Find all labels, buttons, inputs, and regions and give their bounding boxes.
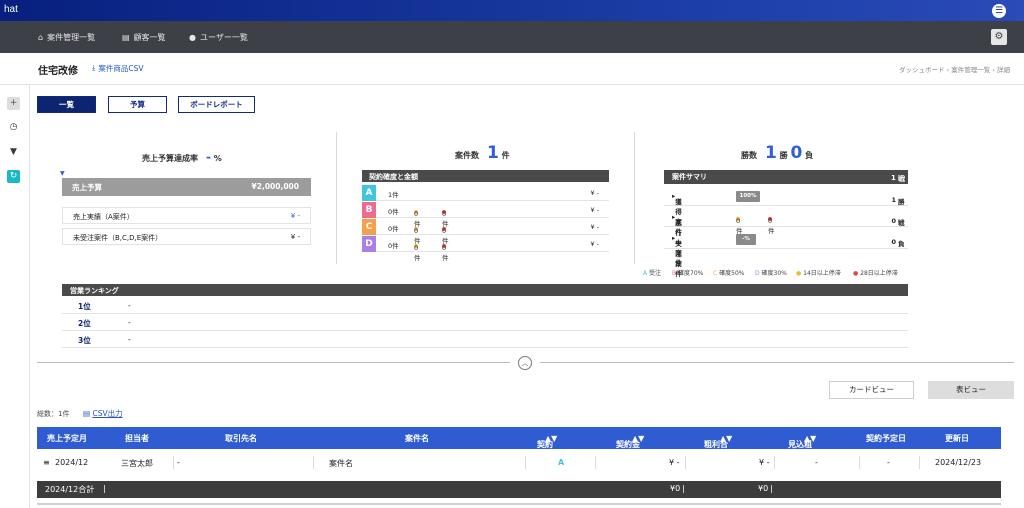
section-divider [336, 132, 337, 264]
total-count: 総数：1件 [37, 410, 70, 418]
actual-sales-row: 売上実績（A案件） ¥ - [62, 207, 311, 224]
horizontal-scrollbar[interactable] [37, 503, 1001, 505]
top-bar: hat ☰ [0, 0, 1024, 21]
wins-title: 勝数 1 勝 0 負 [741, 143, 814, 163]
grade-letter: C [362, 219, 376, 235]
divider-line [37, 362, 510, 363]
tab-board-report[interactable]: ボードレポート [178, 96, 255, 113]
case-product-csv-link[interactable]: ⤓ 案件商品CSV [92, 63, 143, 74]
case-summary-header: 案件サマリ 1 戦 [664, 170, 908, 184]
caret-down-icon: ▼ [60, 170, 65, 177]
card-view-button[interactable]: カードビュー [829, 381, 914, 399]
ranking-row-3: 3位 - [62, 331, 908, 348]
case-count-title: 案件数 1 件 [455, 143, 510, 163]
ranking-row-1: 1位 - [62, 297, 908, 314]
grade-badge: A [558, 458, 565, 467]
sales-ranking-header: 営業ランキング [62, 284, 908, 296]
loss-count: 0 [790, 143, 803, 163]
legend-item: B 確度70% [672, 270, 704, 277]
grid-header: 売上予定月 担当者 取引先名 案件名 契約確度 ▲▼ 契約金額 ▲▼ 粗利合計 … [37, 427, 1001, 460]
table-row[interactable]: ≡ 2024/12 三宮太郎 - 案件名 A ¥ - ¥ - - - 2024/… [37, 449, 1001, 476]
col-contract-date[interactable]: 契約予定日 [866, 433, 906, 444]
drag-handle-icon[interactable]: ≡ [43, 458, 50, 467]
tab-list[interactable]: 一覧 [37, 96, 96, 113]
win-count: 1 [765, 143, 777, 163]
won-rate-pill: 100% [736, 191, 760, 202]
menu-icon[interactable]: ☰ [992, 4, 1006, 18]
summary-row-won[interactable]: ▸ 獲得案件 100% 1 勝 [664, 188, 908, 236]
grade-row-b: B 0件 0件 0件 ¥ - [362, 202, 609, 228]
page-header: 住宅改修 ⤓ 案件商品CSV ダッシュボード › 案件管理一覧 › 詳細 [0, 53, 1024, 85]
sales-rate-title: 売上予算達成率 - % [142, 150, 222, 164]
grade-row-c: C 0件 0件 0件 ¥ - [362, 219, 609, 245]
breadcrumb[interactable]: ダッシュボード › 案件管理一覧 › 詳細 [899, 64, 1010, 74]
divider-line [540, 362, 1014, 363]
tab-budget[interactable]: 予算 [108, 96, 167, 113]
ranking-row-2: 2位 - [62, 314, 908, 331]
summary-row-in-progress[interactable]: ▸ 進行中案件 0件 0件 0 戦 [664, 209, 908, 267]
col-person[interactable]: 担当者 [125, 433, 149, 444]
grade-row-d: D 0件 0件 0件 ¥ - [362, 236, 609, 262]
case-count-value: 1 [487, 143, 499, 163]
contract-grade-header: 契約確度と金額 [362, 170, 609, 182]
col-profit-total[interactable]: 粗利合計 ▲▼ [704, 433, 732, 460]
app-logo[interactable]: hat [4, 4, 18, 15]
csv-export-link[interactable]: ▤ CSV出力 [83, 408, 123, 419]
plus-icon[interactable]: + [7, 97, 20, 110]
gear-icon[interactable]: ⚙ [991, 29, 1007, 45]
grade-row-a: A 1件 ¥ - [362, 185, 609, 201]
legend-item: A 受注 [643, 270, 662, 277]
clock-icon[interactable]: ◷ [7, 121, 20, 134]
grade-letter: D [362, 236, 376, 252]
filter-icon[interactable]: ▼ [7, 146, 20, 159]
month-total-row: 2024/12合計 | ¥0 | ¥0 | [37, 481, 1001, 498]
nav-item-users[interactable]: ● ユーザー一覧 [189, 32, 248, 43]
nav-item-cases[interactable]: ⌂ 案件管理一覧 [38, 32, 95, 43]
legend-item: D 確度30% [755, 270, 787, 277]
sales-rate-value: - [206, 150, 211, 164]
user-icon: ● [189, 33, 196, 42]
legend-item: ● 14日以上停滞 [796, 270, 841, 277]
lost-rate-pill: -% [736, 234, 756, 245]
legend-item: C 確度50% [713, 270, 745, 277]
nav-item-customers[interactable]: ▤ 顧客一覧 [122, 32, 166, 43]
refresh-icon[interactable]: ↻ [7, 170, 20, 183]
home-icon: ⌂ [38, 33, 44, 42]
budget-bar: 売上予算 ¥2,000,000 [62, 178, 311, 196]
chevron-up-icon[interactable]: ︿ [518, 356, 532, 370]
main-nav: ⌂ 案件管理一覧 ▤ 顧客一覧 ● ユーザー一覧 ⚙ [0, 21, 1024, 53]
col-client[interactable]: 取引先名 [225, 433, 257, 444]
document-icon: ▤ [122, 33, 130, 42]
unreceived-sales-row: 未受注案件（B,C,D,E案件） ¥ - [62, 228, 311, 245]
download-icon: ⤓ [92, 63, 96, 72]
page-title: 住宅改修 [38, 66, 78, 77]
col-sales-month[interactable]: 売上予定月 [47, 433, 87, 444]
section-divider [634, 132, 635, 264]
col-case-name[interactable]: 案件名 [405, 433, 429, 444]
col-contract-amount[interactable]: 契約金額 ▲▼ [616, 433, 644, 460]
col-contract-grade[interactable]: 契約確度 ▲▼ [537, 433, 557, 460]
col-profit-rate[interactable]: 見込粗利率 ▲▼ [788, 433, 816, 460]
left-toolbar: + ◷ ▼ ↻ [0, 85, 30, 508]
legend-item: ● 28日以上停滞 [853, 270, 898, 277]
grade-letter: A [362, 185, 376, 201]
grade-letter: B [362, 202, 376, 218]
table-view-button[interactable]: 表ビュー [928, 381, 1014, 399]
col-updated[interactable]: 更新日 [945, 433, 969, 444]
summary-row-lost[interactable]: ▸ 失注案件 -% 0 負 [664, 230, 908, 278]
file-icon: ▤ [83, 409, 91, 418]
